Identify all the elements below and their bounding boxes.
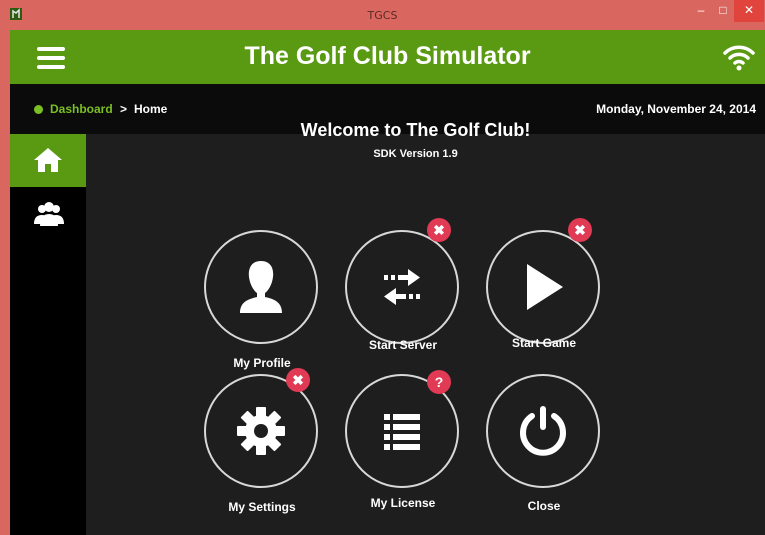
my-license-button[interactable]: ? My License xyxy=(343,370,463,524)
breadcrumb-current: Home xyxy=(134,102,168,116)
welcome-heading: Welcome to The Golf Club! xyxy=(300,120,531,140)
tile-label: My Profile xyxy=(233,356,291,370)
home-icon xyxy=(34,148,62,172)
my-settings-button[interactable]: ✖ My Settings xyxy=(202,368,322,524)
start-server-button[interactable]: ✖ Start Server xyxy=(343,212,463,362)
close-window-button[interactable]: ✕ xyxy=(734,0,764,22)
app-window: TGCS – □ ✕ The Golf Club Simulator Dashb… xyxy=(0,0,765,535)
error-badge: ✖ xyxy=(568,218,592,242)
sidebar-item-users[interactable] xyxy=(10,190,86,243)
power-icon xyxy=(520,406,566,456)
transfer-arrows-icon xyxy=(384,269,420,305)
tile-label: Close xyxy=(527,499,561,513)
tile-ring xyxy=(486,374,600,488)
window-title: TGCS xyxy=(367,9,398,22)
breadcrumb-dashboard-link[interactable]: Dashboard xyxy=(50,102,113,116)
tile-label: Start Game xyxy=(511,336,577,350)
gear-icon xyxy=(237,407,285,455)
app-header: The Golf Club Simulator xyxy=(10,30,765,84)
help-badge: ? xyxy=(427,370,451,394)
tile-label: Start Server xyxy=(368,338,438,352)
window-titlebar[interactable]: TGCS – □ ✕ xyxy=(0,0,765,30)
dashboard-dot-icon xyxy=(34,105,43,114)
breadcrumb-separator: > xyxy=(120,102,128,116)
wifi-icon[interactable] xyxy=(723,43,755,71)
play-icon xyxy=(527,264,563,310)
tile-ring xyxy=(204,230,318,344)
start-game-button[interactable]: ✖ Start Game xyxy=(484,212,604,362)
tile-ring xyxy=(486,230,600,344)
tile-label: My License xyxy=(370,496,436,510)
error-badge: ✖ xyxy=(427,218,451,242)
app-title: The Golf Club Simulator xyxy=(244,42,531,70)
users-icon xyxy=(34,202,64,226)
error-badge: ✖ xyxy=(286,368,310,392)
tile-label: My Settings xyxy=(228,500,296,514)
sdk-version: SDK Version 1.9 xyxy=(373,148,458,160)
close-app-button[interactable]: Close xyxy=(484,374,604,524)
user-icon xyxy=(240,261,282,313)
current-date: Monday, November 24, 2014 xyxy=(596,102,756,116)
tile-ring xyxy=(345,230,459,344)
sidebar-item-home[interactable] xyxy=(10,134,86,187)
maximize-button[interactable]: □ xyxy=(712,0,734,22)
minimize-button[interactable]: – xyxy=(690,0,712,22)
my-profile-button[interactable]: My Profile xyxy=(202,230,322,380)
sidebar xyxy=(10,134,86,535)
list-icon xyxy=(384,414,420,450)
